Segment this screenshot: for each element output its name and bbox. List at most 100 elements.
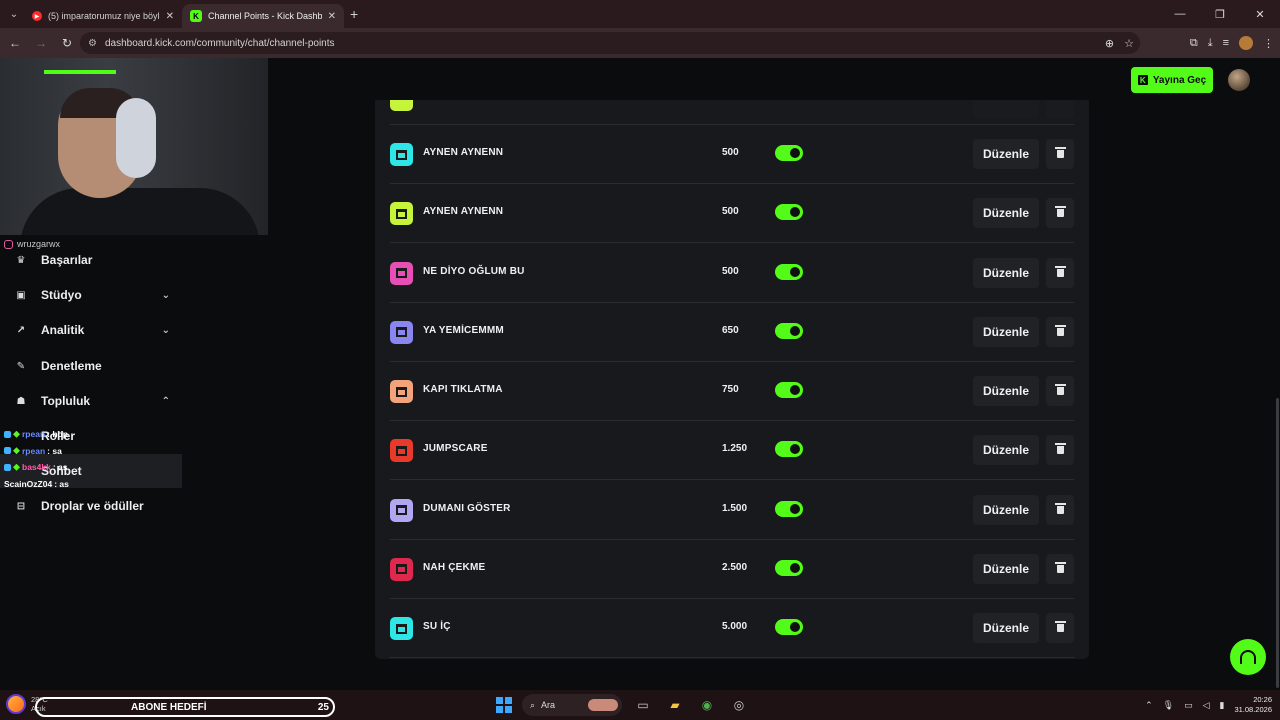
file-explorer-icon[interactable]: ▰ <box>664 694 686 716</box>
delete-button[interactable] <box>1046 257 1074 288</box>
reward-name: KAPI TIKLATMA <box>423 384 503 395</box>
gift-icon <box>390 143 413 166</box>
forward-icon[interactable]: → <box>30 32 52 54</box>
address-bar[interactable]: ⚙ dashboard.kick.com/community/chat/chan… <box>80 32 1140 54</box>
chat-text: : hop <box>47 429 68 439</box>
close-window-icon[interactable]: ✕ <box>1240 0 1280 28</box>
tray-chevron-up-icon[interactable]: ⌃ <box>1145 700 1153 711</box>
delete-button[interactable] <box>1046 613 1074 643</box>
zoom-icon[interactable]: ⊕ <box>1105 37 1114 50</box>
tab-search-icon[interactable]: ⌄ <box>4 4 24 24</box>
chat-username: ScainOzZ04 <box>4 478 53 489</box>
app-icon[interactable]: ◎ <box>728 694 750 716</box>
edit-button[interactable]: Düzenle <box>973 494 1039 525</box>
browser-tab-bar: ⌄ ▶ (5) imparatorumuz niye böyle ... ✕ K… <box>0 0 1280 28</box>
delete-button[interactable] <box>1046 435 1074 466</box>
delete-button[interactable] <box>1046 376 1074 406</box>
new-tab-icon[interactable]: + <box>350 6 358 22</box>
delete-button[interactable] <box>1046 494 1074 525</box>
edit-button[interactable]: Düzenle <box>973 139 1039 169</box>
menu-kebab-icon[interactable]: ⋮ <box>1263 37 1274 50</box>
download-icon[interactable]: ⤓ <box>1208 37 1213 50</box>
minimize-icon[interactable]: — <box>1160 0 1200 28</box>
sidebar-item-label: Analitik <box>41 323 85 337</box>
reward-enabled-toggle[interactable] <box>775 263 803 280</box>
reward-name: NE DİYO OĞLUM BU <box>423 265 525 277</box>
chevron-down-icon: ⌄ <box>161 289 170 301</box>
edit-button[interactable]: Düzenle <box>973 257 1039 288</box>
clock[interactable]: 20:26 31.08.2026 <box>1234 695 1272 715</box>
user-avatar[interactable] <box>1228 69 1250 91</box>
go-live-button[interactable]: K Yayına Geç <box>1131 67 1213 93</box>
network-icon[interactable]: ▭ <box>1184 700 1193 711</box>
weather-icon <box>6 694 26 714</box>
chrome-icon[interactable]: ◉ <box>696 694 718 716</box>
edit-button[interactable] <box>973 100 1039 118</box>
help-button[interactable] <box>1230 639 1266 675</box>
reward-row: DUMANI GÖSTER 1.500 Düzenle <box>390 481 1074 540</box>
browser-tab-youtube[interactable]: ▶ (5) imparatorumuz niye böyle ... ✕ <box>24 4 182 28</box>
taskbar-search[interactable]: ⌕ Ara <box>522 694 622 716</box>
sub-badge-icon <box>4 463 11 471</box>
reward-enabled-toggle[interactable] <box>775 145 803 161</box>
edit-button[interactable]: Düzenle <box>973 435 1039 466</box>
trophy-icon: ♛ <box>16 254 26 266</box>
reward-name: SU İÇ <box>423 621 451 632</box>
task-view-icon[interactable]: ▭ <box>632 694 654 716</box>
delete-button[interactable] <box>1046 100 1074 118</box>
close-icon[interactable]: ✕ <box>328 11 336 22</box>
delete-button[interactable] <box>1046 316 1074 347</box>
chat-message: bas4kk: as <box>4 459 69 476</box>
close-icon[interactable]: ✕ <box>166 11 174 22</box>
reward-enabled-toggle[interactable] <box>775 619 803 635</box>
sidebar-item-community[interactable]: ☗ Topluluk ⌃ <box>14 387 182 415</box>
back-icon[interactable]: ← <box>4 32 26 54</box>
volume-icon[interactable]: ◁ <box>1203 700 1210 711</box>
headset-icon <box>1240 650 1256 664</box>
reward-row: AYNEN AYNENN 500 Düzenle <box>390 125 1074 184</box>
site-info-icon[interactable]: ⚙ <box>88 38 97 49</box>
reward-row: SU İÇ 5.000 Düzenle <box>390 599 1074 658</box>
reward-enabled-toggle[interactable] <box>775 382 803 398</box>
reward-enabled-toggle[interactable] <box>775 441 803 458</box>
page-scrollbar[interactable] <box>1276 398 1279 688</box>
reload-icon[interactable]: ↻ <box>56 32 78 54</box>
reward-enabled-toggle[interactable] <box>775 559 803 576</box>
edit-button[interactable]: Düzenle <box>973 316 1039 347</box>
extensions-icon[interactable]: ⧉ <box>1190 37 1198 50</box>
trash-icon <box>1054 206 1066 218</box>
bookmark-star-icon[interactable]: ☆ <box>1124 37 1134 50</box>
reward-enabled-toggle[interactable] <box>775 500 803 517</box>
sidebar-item-achievements[interactable]: ♛ Başarılar <box>14 246 182 274</box>
browser-tab-kick[interactable]: K Channel Points - Kick Dashboa... ✕ <box>182 4 344 28</box>
windows-start-icon[interactable] <box>496 697 512 713</box>
delete-button[interactable] <box>1046 553 1074 584</box>
reading-list-icon[interactable]: ≡ <box>1223 37 1229 49</box>
sidebar-item-drops[interactable]: ⊟ Droplar ve ödüller <box>14 492 182 520</box>
search-highlight-icon <box>588 699 618 711</box>
sidebar-item-label: Denetleme <box>41 359 102 373</box>
profile-avatar-icon[interactable] <box>1239 36 1253 50</box>
sidebar-item-analytics[interactable]: ↗ Analitik ⌄ <box>14 316 182 344</box>
reward-cost: 500 <box>722 265 739 277</box>
reward-enabled-toggle[interactable] <box>775 322 803 339</box>
instagram-handle: wruzgarwx <box>4 239 60 249</box>
maximize-icon[interactable]: ❐ <box>1200 0 1240 28</box>
kick-icon: K <box>190 10 202 22</box>
sidebar-item-moderation[interactable]: ✎ Denetleme <box>14 352 182 380</box>
delete-button[interactable] <box>1046 139 1074 169</box>
battery-icon[interactable]: ▮ <box>1220 700 1225 711</box>
microphone-icon[interactable]: 🎙 <box>1163 700 1174 711</box>
edit-button[interactable]: Düzenle <box>973 553 1039 584</box>
edit-button[interactable]: Düzenle <box>973 376 1039 406</box>
chat-username: bas4kk <box>22 462 51 472</box>
channel-points-rewards-panel: AYNEN AYNENN 500 Düzenle AYNEN AYNENN 500 Düz… <box>375 100 1089 659</box>
edit-button[interactable]: Düzenle <box>973 613 1039 643</box>
sidebar-item-studio[interactable]: ▣ Stüdyo ⌄ <box>14 281 182 309</box>
reward-name: DUMANI GÖSTER <box>423 502 511 514</box>
reward-enabled-toggle[interactable] <box>775 204 803 221</box>
reward-name: AYNEN AYNENN <box>423 147 504 158</box>
edit-button[interactable]: Düzenle <box>973 198 1039 229</box>
chat-text: : sa <box>47 445 62 456</box>
delete-button[interactable] <box>1046 198 1074 229</box>
